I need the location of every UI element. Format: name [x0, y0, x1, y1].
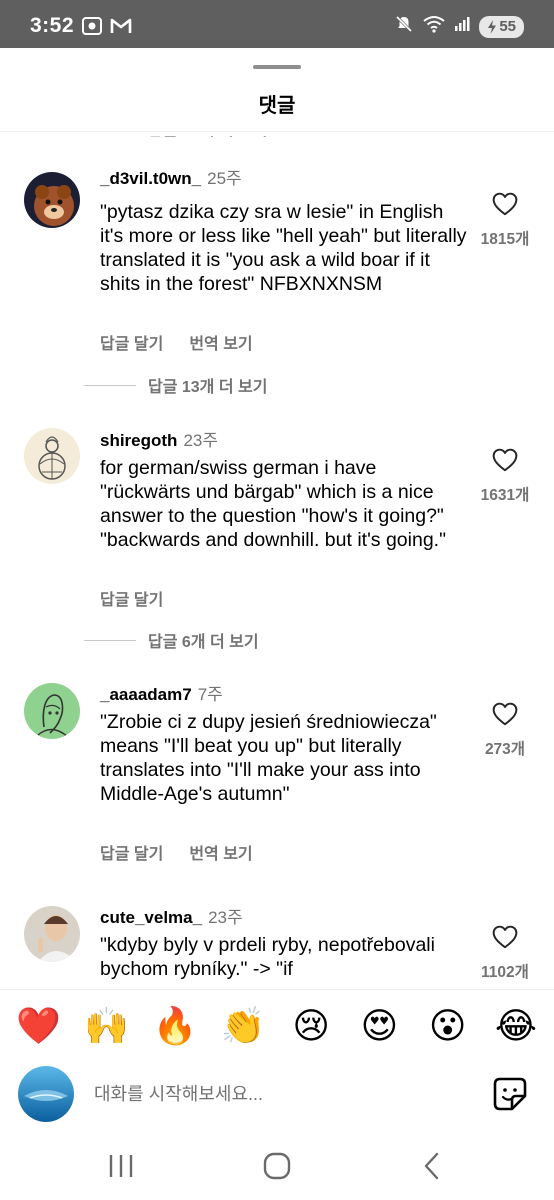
- signal-icon: [454, 16, 470, 37]
- my-avatar: [18, 1066, 74, 1122]
- heart-outline-icon[interactable]: [492, 192, 518, 221]
- drag-handle[interactable]: [253, 65, 301, 69]
- quick-emoji-row: ❤️ 🙌 🔥 👏 😢 😍 😮 😂: [0, 1004, 554, 1048]
- battery-icon: 55: [479, 15, 524, 38]
- like-group: 1102개: [474, 925, 536, 982]
- photo-icon: [82, 17, 102, 40]
- home-icon[interactable]: [259, 1148, 295, 1184]
- heart-outline-icon[interactable]: [492, 702, 518, 731]
- battery-level: 55: [499, 18, 516, 35]
- more-replies[interactable]: 답글 6개 더 보기: [84, 628, 259, 652]
- username[interactable]: _d3vil.t0wn_: [100, 169, 201, 188]
- emoji-crying-face[interactable]: 😢: [289, 1004, 333, 1048]
- heart-outline-icon[interactable]: [492, 925, 518, 954]
- comment-age: 25주: [207, 169, 242, 188]
- avatar[interactable]: [24, 683, 80, 739]
- comment-input[interactable]: [94, 1079, 474, 1109]
- status-left-icons: [82, 17, 132, 40]
- emoji-clapping-hands[interactable]: 👏: [221, 1004, 266, 1048]
- comment-username[interactable]: _d3vil.t0wn_ 25주: [100, 164, 242, 189]
- clipped-more-replies: 답글 13개 더 보기: [148, 122, 268, 139]
- comment-username[interactable]: shiregoth 23주: [100, 426, 218, 451]
- like-count: 273개: [484, 741, 526, 758]
- reply-button[interactable]: 답글 달기: [100, 586, 163, 610]
- emoji-tears-of-joy[interactable]: 😂: [494, 1004, 538, 1048]
- composer-area: ❤️ 🙌 🔥 👏 😢 😍 😮 😂: [0, 989, 554, 1200]
- like-count: 1102개: [481, 964, 529, 981]
- emoji-red-heart[interactable]: ❤️: [16, 1004, 61, 1048]
- like-count: 1815개: [480, 231, 530, 248]
- see-translation-button[interactable]: 번역 보기: [189, 330, 252, 354]
- more-replies-label[interactable]: 답글 13개 더 보기: [148, 373, 267, 397]
- comment-age: 23주: [208, 908, 243, 927]
- system-nav-bar: [0, 1130, 554, 1200]
- status-right-icons: 55: [394, 14, 524, 39]
- comment-actions: 답글 달기 번역 보기: [100, 330, 253, 354]
- back-icon[interactable]: [414, 1148, 450, 1184]
- comment-age: 23주: [183, 431, 219, 450]
- comment-text: for german/swiss german i have "rückwärt…: [100, 457, 447, 551]
- mute-icon: [394, 14, 414, 39]
- divider-line: [84, 639, 136, 641]
- username[interactable]: _aaaadam7: [100, 685, 192, 704]
- status-time: 3:52: [30, 14, 75, 37]
- username[interactable]: cute_velma_: [100, 908, 202, 927]
- reply-button[interactable]: 답글 달기: [100, 840, 163, 864]
- comment-text: "kdyby byly v prdeli ryby, nepotřebovali…: [100, 934, 435, 980]
- avatar[interactable]: [24, 428, 80, 484]
- avatar[interactable]: [24, 172, 80, 228]
- like-group: 273개: [474, 702, 536, 759]
- see-translation-button[interactable]: 번역 보기: [189, 840, 252, 864]
- gmail-icon: [110, 17, 132, 40]
- emoji-surprised-face[interactable]: 😮: [426, 1004, 470, 1048]
- comment-text: "Zrobie ci z dupy jesień średniowiecza" …: [100, 711, 437, 805]
- status-bar: 3:52 55: [0, 0, 554, 48]
- avatar[interactable]: [24, 906, 80, 962]
- username[interactable]: shiregoth: [100, 431, 177, 450]
- reply-button[interactable]: 답글 달기: [100, 330, 163, 354]
- comment-username[interactable]: cute_velma_ 23주: [100, 903, 243, 928]
- recents-icon[interactable]: [103, 1148, 139, 1184]
- comment-username[interactable]: _aaaadam7 7주: [100, 680, 223, 705]
- heart-outline-icon[interactable]: [492, 448, 518, 477]
- like-group: 1631개: [474, 448, 536, 505]
- emoji-fire[interactable]: 🔥: [153, 1004, 198, 1048]
- sticker-icon[interactable]: [492, 1076, 528, 1112]
- comment-text: "pytasz dzika czy sra w lesie" in Englis…: [100, 201, 467, 295]
- sheet-title: 댓글: [258, 95, 296, 117]
- more-replies-label[interactable]: 답글 6개 더 보기: [148, 628, 259, 652]
- wifi-icon: [423, 15, 445, 38]
- emoji-heart-eyes[interactable]: 😍: [357, 1004, 401, 1048]
- divider-line: [84, 384, 136, 386]
- more-replies[interactable]: 답글 13개 더 보기: [84, 373, 267, 397]
- comment-input-row: [0, 1066, 554, 1122]
- emoji-raising-hands[interactable]: 🙌: [84, 1004, 129, 1048]
- comment-age: 7주: [197, 685, 223, 704]
- like-count: 1631개: [480, 487, 530, 504]
- like-group: 1815개: [474, 192, 536, 249]
- comment-actions: 답글 달기 번역 보기: [100, 840, 253, 864]
- header-divider: [0, 131, 554, 132]
- comment-actions: 답글 달기: [100, 586, 163, 610]
